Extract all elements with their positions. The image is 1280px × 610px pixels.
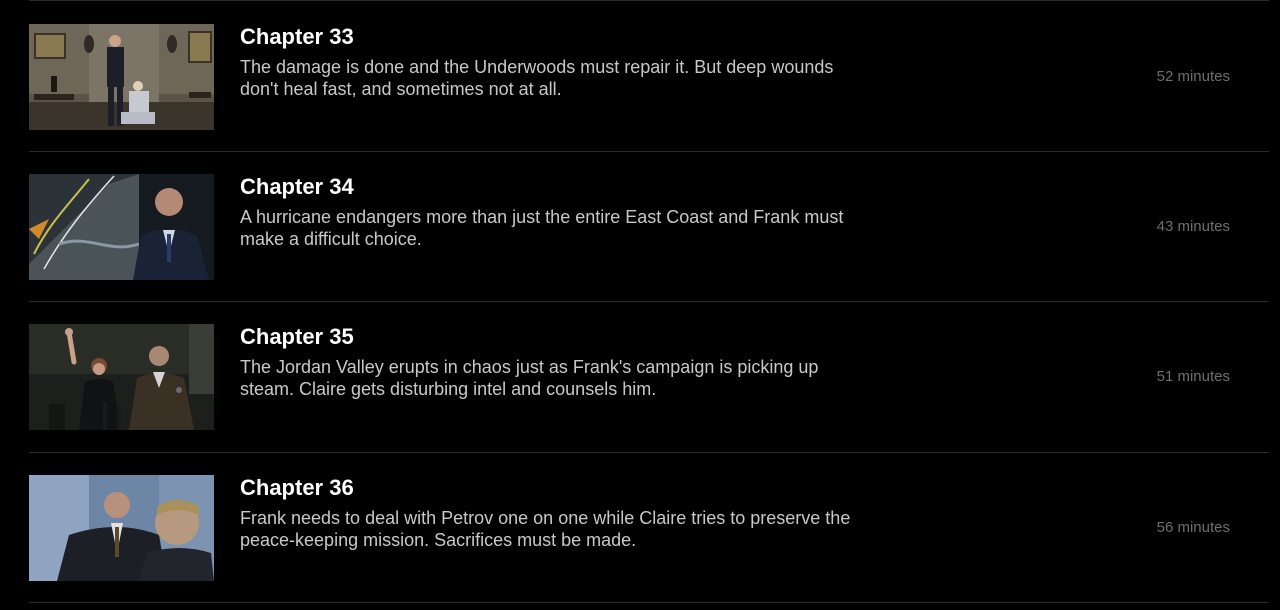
episode-thumbnail[interactable] [29,475,214,581]
episode-thumbnail[interactable] [29,24,214,130]
episode-description: The Jordan Valley erupts in chaos just a… [240,357,819,399]
episode-title[interactable]: Chapter 36 [240,475,354,501]
episode-description: The damage is done and the Underwoods mu… [240,57,834,99]
episode-title[interactable]: Chapter 35 [240,324,354,350]
episode-description: A hurricane endangers more than just the… [240,207,844,249]
episode-thumbnail[interactable] [29,174,214,280]
episode-duration: 56 minutes [1156,519,1230,536]
episode-duration: 52 minutes [1156,68,1230,85]
episode-duration: 51 minutes [1156,368,1230,385]
episode-row-chapter-33[interactable]: Chapter 33 The damage is done and the Un… [0,1,1280,151]
episode-description: Frank needs to deal with Petrov one on o… [240,508,851,550]
episode-row-chapter-36[interactable]: Chapter 36 Frank needs to deal with Petr… [0,452,1280,602]
episode-title[interactable]: Chapter 33 [240,24,354,50]
episode-row-chapter-34[interactable]: Chapter 34 A hurricane endangers more th… [0,151,1280,301]
episode-thumbnail[interactable] [29,324,214,430]
episode-row-chapter-35[interactable]: Chapter 35 The Jordan Valley erupts in c… [0,301,1280,451]
episode-title[interactable]: Chapter 34 [240,174,354,200]
episode-list: Chapter 33 The damage is done and the Un… [0,0,1280,610]
divider [29,602,1269,603]
episode-duration: 43 minutes [1156,218,1230,235]
